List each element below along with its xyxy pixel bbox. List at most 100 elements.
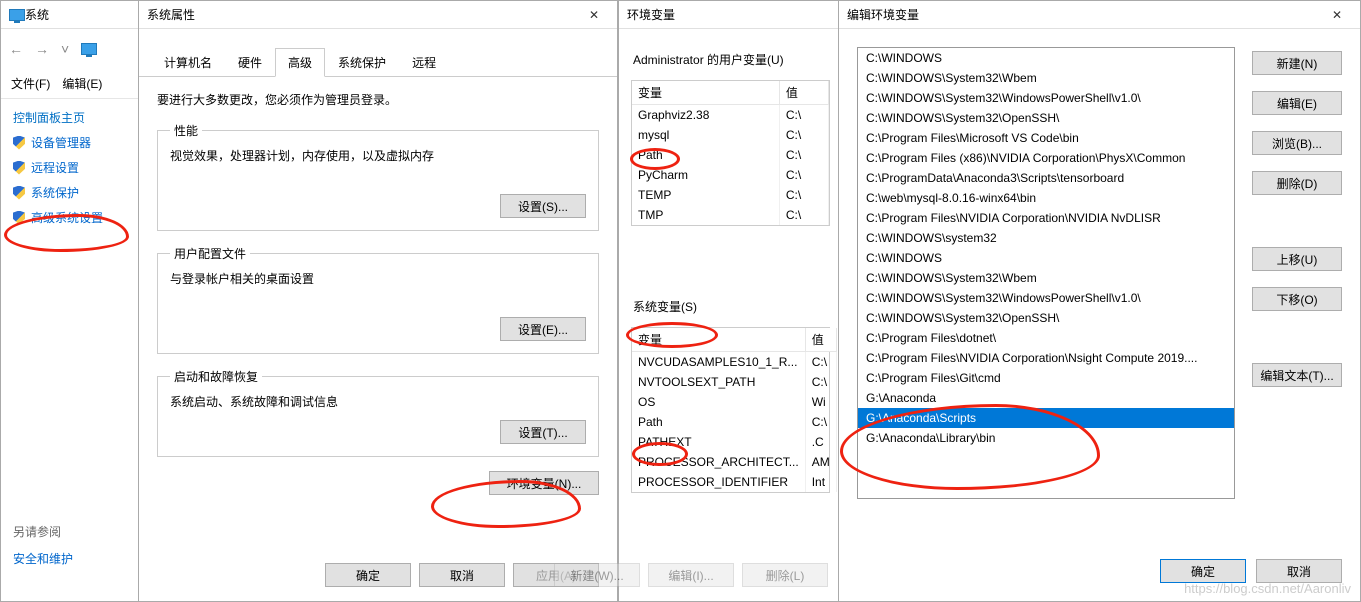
list-item[interactable]: C:\ProgramData\Anaconda3\Scripts\tensorb… <box>858 168 1234 188</box>
table-row[interactable]: NVTOOLSEXT_PATHC:\ <box>632 372 836 392</box>
ok-button[interactable]: 确定 <box>325 563 411 587</box>
table-row[interactable]: PROCESSOR_ARCHITECT...AM <box>632 452 836 472</box>
path-list[interactable]: C:\WINDOWSC:\WINDOWS\System32\WbemC:\WIN… <box>857 47 1235 499</box>
list-item[interactable]: G:\Anaconda\Scripts <box>858 408 1234 428</box>
delete-button[interactable]: 删除(L) <box>742 563 828 587</box>
up-arrow-icon[interactable]: ˅ <box>61 41 69 57</box>
list-item[interactable]: G:\Anaconda\Library\bin <box>858 428 1234 448</box>
list-item[interactable]: G:\Anaconda <box>858 388 1234 408</box>
admin-note: 要进行大多数更改，您必须作为管理员登录。 <box>157 91 599 108</box>
list-item[interactable]: C:\WINDOWS\System32\OpenSSH\ <box>858 308 1234 328</box>
val-cell: C:\ <box>779 125 828 145</box>
nav-bar: ← → ˅ <box>1 29 139 69</box>
table-row[interactable]: TEMPC:\ <box>632 185 829 205</box>
table-row[interactable]: PROCESSOR_IDENTIFIERInt <box>632 472 836 492</box>
envvars-titlebar: 环境变量 <box>619 1 842 29</box>
tab-protection[interactable]: 系统保护 <box>325 48 399 77</box>
list-item[interactable]: C:\Program Files\Git\cmd <box>858 368 1234 388</box>
var-cell: PROCESSOR_ARCHITECT... <box>632 452 805 472</box>
edit-button[interactable]: 编辑(E) <box>1252 91 1342 115</box>
profile-legend: 用户配置文件 <box>170 245 250 262</box>
table-row[interactable]: PATHEXT.C <box>632 432 836 452</box>
var-cell: mysql <box>632 125 779 145</box>
list-item[interactable]: C:\WINDOWS\System32\Wbem <box>858 268 1234 288</box>
list-item[interactable]: C:\Program Files\NVIDIA Corporation\NVID… <box>858 208 1234 228</box>
see-also: 另请参阅 <box>13 523 85 540</box>
val-cell: AM <box>805 452 836 472</box>
table-row[interactable]: NVCUDASAMPLES10_1_R...C:\ <box>632 352 836 373</box>
close-icon[interactable]: ✕ <box>1322 4 1352 26</box>
tab-hardware[interactable]: 硬件 <box>225 48 275 77</box>
sidebar-device-manager[interactable]: 设备管理器 <box>1 130 139 155</box>
delete-button[interactable]: 删除(D) <box>1252 171 1342 195</box>
table-row[interactable]: mysqlC:\ <box>632 125 829 145</box>
system-panel: 系统 ← → ˅ 文件(F) 编辑(E) 控制面板主页 设备管理器 远程设置 系… <box>0 0 140 602</box>
list-item[interactable]: C:\WINDOWS <box>858 248 1234 268</box>
col-var[interactable]: 变量 <box>632 328 805 352</box>
security-maintenance[interactable]: 安全和维护 <box>13 546 85 571</box>
shield-icon <box>13 186 25 200</box>
list-item[interactable]: C:\WINDOWS <box>858 48 1234 68</box>
val-cell: C:\ <box>779 165 828 185</box>
menu-file[interactable]: 文件(F) <box>11 75 50 92</box>
env-var-button[interactable]: 环境变量(N)... <box>489 471 599 495</box>
up-button[interactable]: 上移(U) <box>1252 247 1342 271</box>
var-cell: NVCUDASAMPLES10_1_R... <box>632 352 805 373</box>
val-cell: C:\ <box>805 352 836 373</box>
sidebar-system-protection[interactable]: 系统保护 <box>1 180 139 205</box>
protection-label: 系统保护 <box>31 184 79 201</box>
down-button[interactable]: 下移(O) <box>1252 287 1342 311</box>
close-icon[interactable]: ✕ <box>579 4 609 26</box>
val-cell: Wi <box>805 392 836 412</box>
val-cell: .C <box>805 432 836 452</box>
table-row[interactable]: OSWi <box>632 392 836 412</box>
new-button[interactable]: 新建(N) <box>1252 51 1342 75</box>
tab-computer[interactable]: 计算机名 <box>151 48 225 77</box>
cancel-button[interactable]: 取消 <box>1256 559 1342 583</box>
var-cell: Path <box>632 412 805 432</box>
ok-button[interactable]: 确定 <box>1160 559 1246 583</box>
list-item[interactable]: C:\Program Files\dotnet\ <box>858 328 1234 348</box>
table-row[interactable]: PathC:\ <box>632 412 836 432</box>
col-val[interactable]: 值 <box>805 328 836 352</box>
menu-edit[interactable]: 编辑(E) <box>62 75 102 92</box>
list-item[interactable]: C:\WINDOWS\System32\Wbem <box>858 68 1234 88</box>
table-row[interactable]: Graphviz2.38C:\ <box>632 105 829 126</box>
tabs: 计算机名 硬件 高级 系统保护 远程 <box>139 29 617 77</box>
back-arrow-icon[interactable]: ← <box>9 41 23 57</box>
var-cell: NVTOOLSEXT_PATH <box>632 372 805 392</box>
var-cell: PATHEXT <box>632 432 805 452</box>
edit-button[interactable]: 编辑(I)... <box>648 563 734 587</box>
list-item[interactable]: C:\WINDOWS\System32\WindowsPowerShell\v1… <box>858 288 1234 308</box>
sys-vars-table[interactable]: 变量值 NVCUDASAMPLES10_1_R...C:\NVTOOLSEXT_… <box>631 327 830 493</box>
table-row[interactable]: PyCharmC:\ <box>632 165 829 185</box>
tab-advanced[interactable]: 高级 <box>275 48 325 77</box>
list-item[interactable]: C:\Program Files\Microsoft VS Code\bin <box>858 128 1234 148</box>
list-item[interactable]: C:\WINDOWS\System32\OpenSSH\ <box>858 108 1234 128</box>
editenv-titlebar: 编辑环境变量 ✕ <box>839 1 1360 29</box>
edit-text-button[interactable]: 编辑文本(T)... <box>1252 363 1342 387</box>
user-vars-table[interactable]: 变量值 Graphviz2.38C:\mysqlC:\PathC:\PyChar… <box>631 80 830 226</box>
tab-remote[interactable]: 远程 <box>399 48 449 77</box>
startup-group: 启动和故障恢复 系统启动、系统故障和调试信息 设置(T)... <box>157 368 599 457</box>
perf-settings-button[interactable]: 设置(S)... <box>500 194 586 218</box>
cp-home[interactable]: 控制面板主页 <box>1 99 139 130</box>
new-button[interactable]: 新建(W)... <box>554 563 640 587</box>
list-item[interactable]: C:\WINDOWS\system32 <box>858 228 1234 248</box>
profile-settings-button[interactable]: 设置(E)... <box>500 317 586 341</box>
list-item[interactable]: C:\web\mysql-8.0.16-winx64\bin <box>858 188 1234 208</box>
list-item[interactable]: C:\Program Files\NVIDIA Corporation\Nsig… <box>858 348 1234 368</box>
cancel-button[interactable]: 取消 <box>419 563 505 587</box>
startup-settings-button[interactable]: 设置(T)... <box>500 420 586 444</box>
val-cell: C:\ <box>779 105 828 126</box>
browse-button[interactable]: 浏览(B)... <box>1252 131 1342 155</box>
table-row[interactable]: PathC:\ <box>632 145 829 165</box>
watermark: https://blog.csdn.net/Aaronliv <box>1184 581 1351 596</box>
sidebar-remote-settings[interactable]: 远程设置 <box>1 155 139 180</box>
list-item[interactable]: C:\Program Files (x86)\NVIDIA Corporatio… <box>858 148 1234 168</box>
table-row[interactable]: TMPC:\ <box>632 205 829 225</box>
sidebar-advanced-settings[interactable]: 高级系统设置 <box>1 205 139 230</box>
col-var[interactable]: 变量 <box>632 81 779 105</box>
list-item[interactable]: C:\WINDOWS\System32\WindowsPowerShell\v1… <box>858 88 1234 108</box>
col-val[interactable]: 值 <box>779 81 828 105</box>
